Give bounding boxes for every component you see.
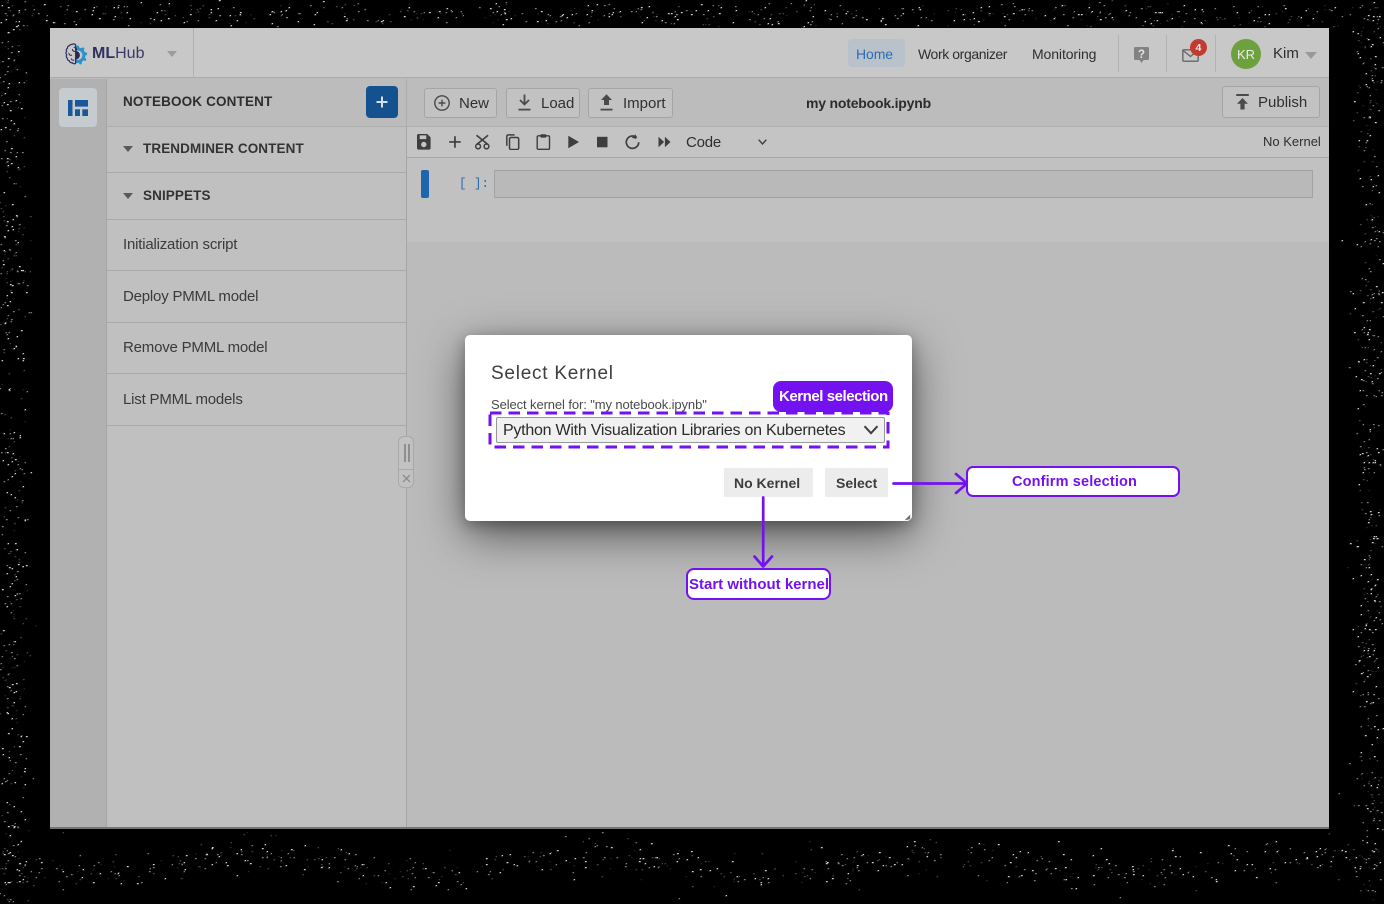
svg-text:?: ? [1138, 49, 1145, 61]
